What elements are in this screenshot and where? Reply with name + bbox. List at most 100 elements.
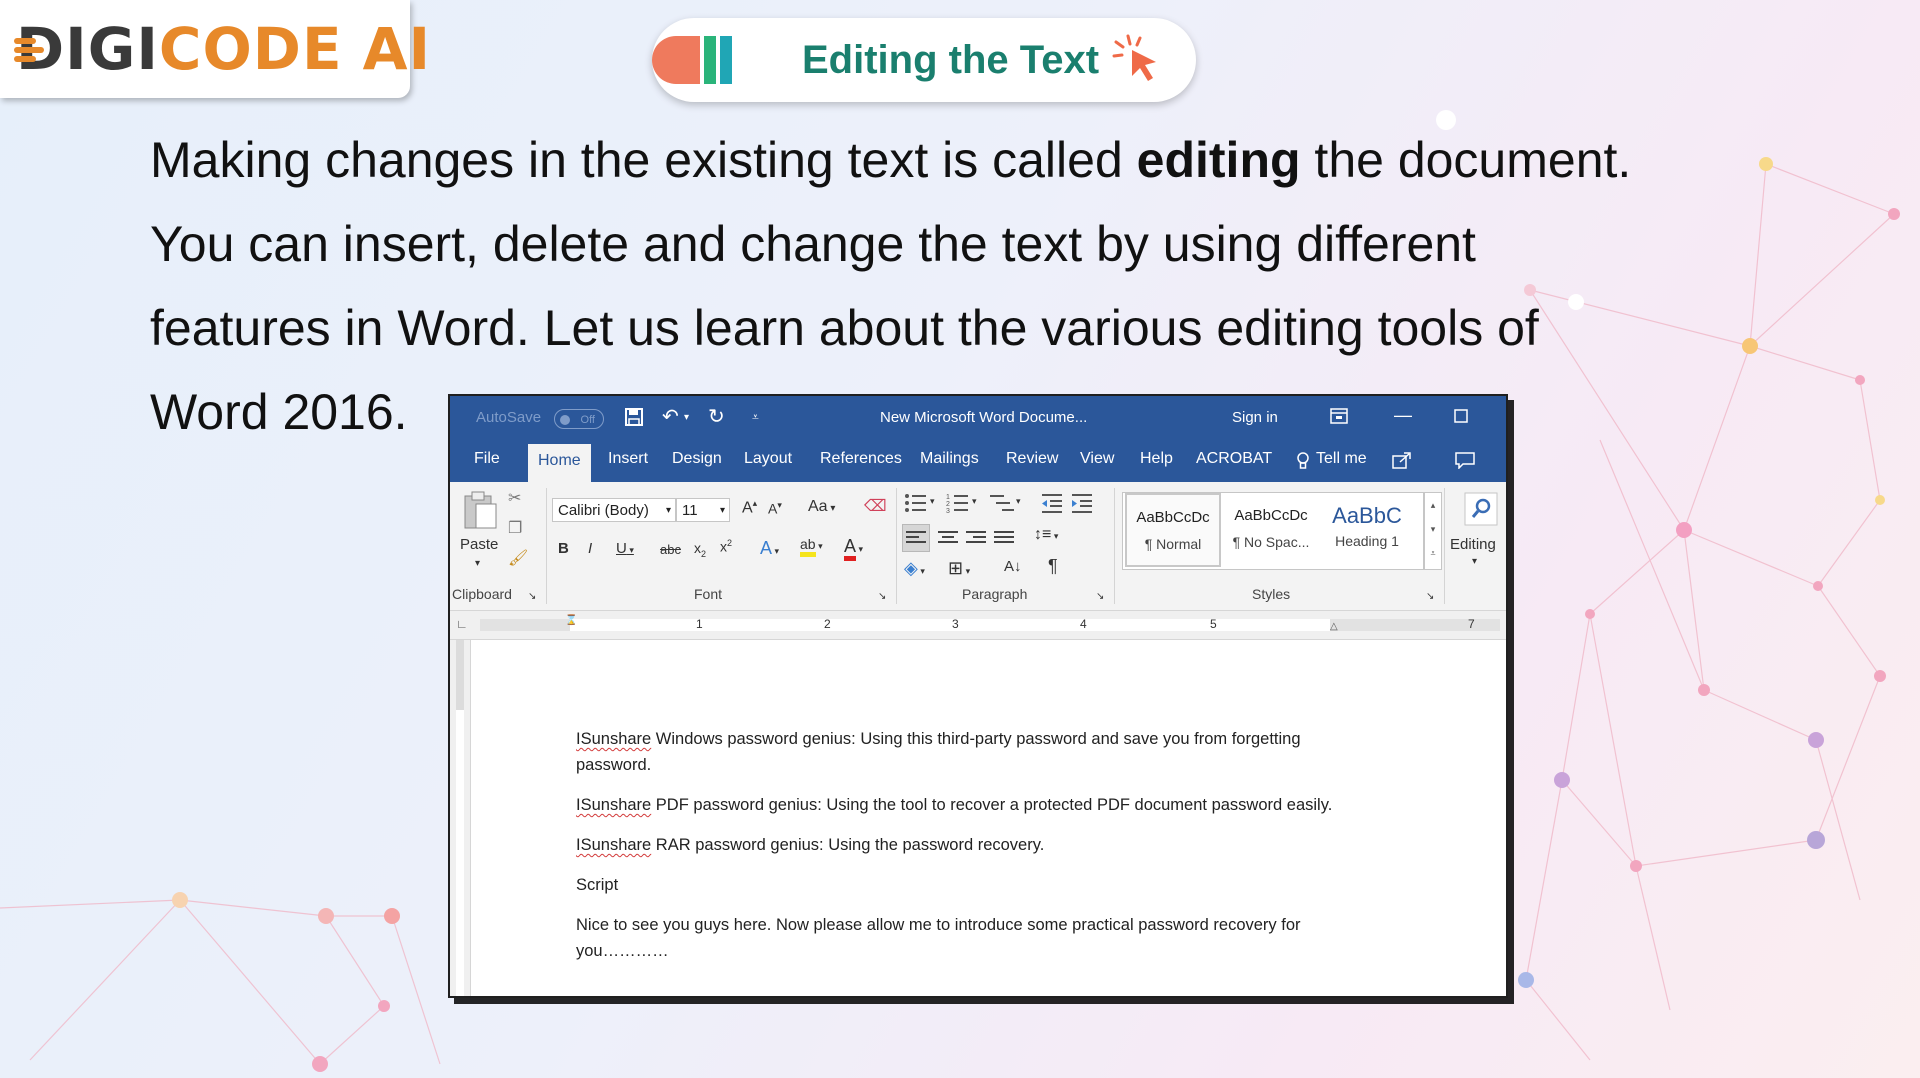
svg-text:1: 1 [946, 494, 950, 501]
misspelled-word[interactable]: ISunshare [576, 836, 651, 854]
document-paragraph: ISunshare RAR password genius: Using the… [576, 832, 1366, 858]
font-launcher-icon[interactable]: ↘ [878, 591, 886, 602]
paste-dropdown-icon[interactable]: ▾ [475, 558, 480, 569]
document-paragraph: ISunshare Windows password genius: Using… [576, 726, 1366, 778]
tab-home[interactable]: Home [528, 444, 591, 482]
italic-icon[interactable]: I [588, 540, 592, 557]
shrink-font-icon[interactable]: A▾ [768, 500, 782, 517]
grow-font-icon[interactable]: A▴ [742, 498, 757, 517]
bullets-icon[interactable] [904, 492, 928, 514]
numbering-icon[interactable]: 123 [946, 492, 970, 514]
tab-design[interactable]: Design [672, 450, 722, 468]
style-normal-sample: AaBbCcDc [1136, 509, 1210, 526]
tab-acrobat[interactable]: ACROBAT [1196, 450, 1272, 468]
paragraph-launcher-icon[interactable]: ↘ [1096, 591, 1104, 602]
styles-scroll[interactable]: ▴ ▾ ⩡ [1424, 492, 1442, 570]
strikethrough-icon[interactable]: abc [660, 542, 681, 557]
numbering-dropdown-icon[interactable]: ▾ [972, 496, 977, 507]
clipboard-launcher-icon[interactable]: ↘ [528, 591, 536, 602]
document-body[interactable]: ISunshare Windows password genius: Using… [576, 726, 1366, 978]
tab-help[interactable]: Help [1140, 450, 1173, 468]
right-indent-marker[interactable]: △ [1330, 621, 1338, 632]
ribbon-display-options-icon[interactable] [1330, 408, 1348, 424]
tell-me-search[interactable]: Tell me [1316, 450, 1367, 468]
maximize-icon[interactable] [1454, 409, 1468, 423]
align-center-icon[interactable] [938, 530, 958, 546]
tab-review[interactable]: Review [1006, 450, 1058, 468]
superscript-icon[interactable]: x2 [720, 538, 732, 555]
bold-icon[interactable]: B [558, 540, 569, 557]
tab-file[interactable]: File [474, 450, 500, 468]
left-indent-marker[interactable]: ⌛ [565, 615, 577, 626]
font-name-box[interactable]: Calibri (Body) ▾ [552, 498, 676, 522]
increase-indent-icon[interactable] [1070, 492, 1094, 514]
misspelled-word[interactable]: ISunshare [576, 730, 651, 748]
styles-launcher-icon[interactable]: ↘ [1426, 591, 1434, 602]
tab-references[interactable]: References [820, 450, 902, 468]
editing-dropdown-icon[interactable]: ▾ [1472, 556, 1477, 567]
align-left-button[interactable] [902, 524, 930, 552]
autosave-toggle[interactable]: Off [554, 409, 604, 429]
paste-label[interactable]: Paste [460, 536, 498, 553]
logo-text-code: CODE [158, 15, 343, 83]
undo-icon[interactable]: ↶ [662, 404, 679, 429]
comment-icon[interactable] [1454, 451, 1476, 469]
redo-icon[interactable]: ↻ [708, 404, 725, 429]
subscript-icon[interactable]: x2 [694, 540, 706, 559]
tab-insert[interactable]: Insert [608, 450, 648, 468]
multilevel-list-icon[interactable] [988, 492, 1014, 514]
misspelled-word[interactable]: ISunshare [576, 796, 651, 814]
copy-icon[interactable]: ❐ [508, 518, 522, 538]
style-no-spacing-sample: AaBbCcDc [1234, 507, 1308, 524]
line-spacing-icon[interactable]: ↕≡ ▾ [1034, 526, 1058, 544]
format-painter-icon[interactable]: 🖌 [508, 548, 528, 568]
style-no-spacing-name: ¶ No Spac... [1232, 534, 1310, 550]
style-no-spacing[interactable]: AaBbCcDc ¶ No Spac... [1223, 493, 1319, 567]
document-paragraph: ISunshare PDF password genius: Using the… [576, 792, 1366, 818]
shading-icon[interactable]: ◈ ▾ [904, 558, 925, 579]
show-formatting-icon[interactable]: ¶ [1048, 556, 1058, 577]
paragraph-text: Script [576, 876, 619, 894]
sign-in-link[interactable]: Sign in [1232, 409, 1278, 426]
group-label-paragraph: Paragraph [962, 586, 1028, 602]
lightbulb-icon [1297, 452, 1309, 469]
slide-title: Editing the Text [802, 37, 1100, 82]
paste-icon[interactable] [462, 490, 498, 530]
style-heading-1[interactable]: AaBbC Heading 1 [1319, 493, 1415, 567]
font-size-value: 11 [682, 502, 698, 519]
save-icon[interactable] [624, 407, 644, 427]
ruler-number: 2 [824, 617, 831, 631]
font-size-box[interactable]: 11 ▾ [676, 498, 730, 522]
decrease-indent-icon[interactable] [1040, 492, 1064, 514]
style-normal[interactable]: AaBbCcDc ¶ Normal [1125, 493, 1221, 567]
bullets-dropdown-icon[interactable]: ▾ [930, 496, 935, 507]
customize-qat-icon[interactable]: ⩡ [752, 410, 759, 425]
borders-icon[interactable]: ⊞ ▾ [948, 558, 970, 579]
highlight-icon[interactable]: ab ▾ [800, 536, 823, 557]
multilevel-dropdown-icon[interactable]: ▾ [1016, 496, 1021, 507]
change-case-button[interactable]: Aa ▾ [808, 498, 835, 516]
ribbon-home: Paste ▾ ✂ ❐ 🖌 Clipboard ↘ Calibri (Body)… [450, 482, 1506, 611]
text-effects-icon[interactable]: A ▾ [760, 538, 779, 559]
tab-view[interactable]: View [1080, 450, 1114, 468]
tab-selector-icon[interactable]: ∟ [456, 617, 468, 631]
editing-button[interactable]: Editing [1450, 536, 1496, 553]
word-titlebar: AutoSave Off ↶ ▾ ↻ ⩡ New Microsoft Word … [450, 396, 1506, 440]
clear-formatting-icon[interactable]: ⌫ [864, 496, 887, 516]
ruler-number: 7 [1468, 617, 1475, 631]
search-icon[interactable] [1464, 492, 1498, 526]
undo-dropdown-icon[interactable]: ▾ [684, 412, 689, 423]
minimize-icon[interactable]: — [1394, 405, 1412, 426]
underline-icon[interactable]: U ▾ [616, 540, 634, 557]
justify-icon[interactable] [994, 530, 1014, 546]
share-icon[interactable] [1392, 451, 1412, 469]
tab-mailings[interactable]: Mailings [920, 450, 979, 468]
font-color-icon[interactable]: A ▾ [844, 536, 863, 561]
cut-icon[interactable]: ✂ [508, 488, 521, 508]
paragraph-text: PDF password genius: Using the tool to r… [651, 796, 1333, 814]
ruler-number: 3 [952, 617, 959, 631]
tab-layout[interactable]: Layout [744, 450, 792, 468]
align-right-icon[interactable] [966, 530, 986, 546]
sort-icon[interactable]: A↓ [1004, 558, 1022, 575]
svg-text:2: 2 [946, 501, 950, 508]
